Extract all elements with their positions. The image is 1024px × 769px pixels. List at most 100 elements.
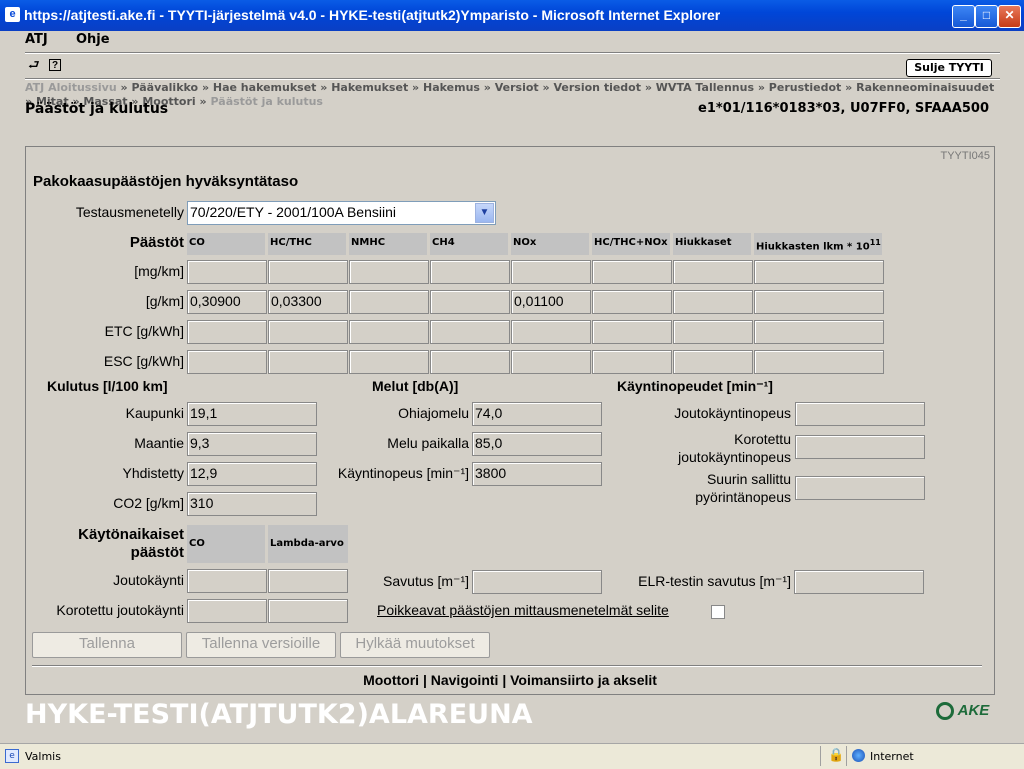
emissions-value-input[interactable] xyxy=(511,320,591,344)
zone-text: Internet xyxy=(870,750,914,763)
emissions-value-input[interactable]: 0,03300 xyxy=(268,290,348,314)
ake-logo-icon xyxy=(936,702,954,721)
vehicle-id-code: e1*01/116*0183*03, U07FF0, SFAAA500 xyxy=(698,101,989,116)
emissions-value-input[interactable] xyxy=(430,350,510,374)
idle-speed-input[interactable] xyxy=(795,402,925,426)
emissions-value-input[interactable] xyxy=(511,260,591,284)
save-button[interactable]: Tallenna xyxy=(32,632,182,658)
menu-atj[interactable]: ATJ xyxy=(25,32,48,47)
close-tyyti-button[interactable]: Sulje TYYTI xyxy=(906,59,992,77)
nav-voimansiirto-link[interactable]: Voimansiirto ja akselit xyxy=(510,672,657,688)
idle-label: Joutokäynti xyxy=(113,572,184,588)
menu-ohje[interactable]: Ohje xyxy=(76,32,110,47)
consumption-input[interactable]: 310 xyxy=(187,492,317,516)
emissions-section-title: Pakokaasupäästöjen hyväksyntätaso xyxy=(33,173,299,190)
emissions-value-input[interactable] xyxy=(187,350,267,374)
noise-input[interactable]: 74,0 xyxy=(472,402,602,426)
elr-smoke-label: ELR-testin savutus [m⁻¹] xyxy=(638,573,791,589)
emissions-value-input[interactable] xyxy=(673,290,753,314)
emissions-row-label: [mg/km] xyxy=(134,263,184,279)
idle-co-input[interactable] xyxy=(187,569,267,593)
emissions-value-input[interactable]: 0,30900 xyxy=(187,290,267,314)
nav-separator: | xyxy=(422,672,427,688)
chevron-down-icon[interactable]: ▼ xyxy=(475,203,494,223)
emissions-value-input[interactable] xyxy=(754,350,884,374)
page-content: ATJ Ohje ⮐ ? Sulje TYYTI ATJ Aloitussivu… xyxy=(4,31,1020,743)
col-header-nox: NOx xyxy=(511,233,589,255)
nav-separator: | xyxy=(502,672,507,688)
emissions-value-input[interactable] xyxy=(268,350,348,374)
raised-idle-speed-input[interactable] xyxy=(795,435,925,459)
nav-navigointi-link[interactable]: Navigointi xyxy=(431,672,499,688)
breadcrumb-item[interactable]: Version tiedot xyxy=(553,81,641,94)
emissions-value-input[interactable]: 0,01100 xyxy=(511,290,591,314)
window-title: https://atjtesti.ake.fi - TYYTI-järjeste… xyxy=(24,7,721,23)
emissions-row-label: ESC [g/kWh] xyxy=(103,353,184,369)
maximize-button[interactable]: □ xyxy=(975,5,998,28)
page-status-icon: e xyxy=(5,749,19,763)
save-versions-button[interactable]: Tallenna versioille xyxy=(186,632,336,658)
breadcrumb-item[interactable]: Perustiedot xyxy=(769,81,842,94)
help-icon[interactable]: ? xyxy=(49,59,61,71)
breadcrumb-item[interactable]: Hae hakemukset xyxy=(213,81,317,94)
emissions-value-input[interactable] xyxy=(349,350,429,374)
ake-logo-text: AKE xyxy=(957,702,990,719)
breadcrumb-item[interactable]: Hakemukset xyxy=(331,81,408,94)
emissions-value-input[interactable] xyxy=(754,320,884,344)
deviating-methods-link[interactable]: Poikkeavat päästöjen mittausmenetelmät s… xyxy=(377,602,669,618)
emissions-value-input[interactable] xyxy=(349,260,429,284)
emissions-value-input[interactable] xyxy=(349,290,429,314)
breadcrumb-separator: » xyxy=(120,81,128,94)
emissions-value-input[interactable] xyxy=(187,320,267,344)
emissions-value-input[interactable] xyxy=(592,260,672,284)
minimize-button[interactable]: _ xyxy=(952,5,975,28)
emissions-value-input[interactable] xyxy=(673,350,753,374)
consumption-label: Kaupunki xyxy=(125,405,184,421)
noise-input[interactable]: 85,0 xyxy=(472,432,602,456)
emissions-value-input[interactable] xyxy=(673,260,753,284)
test-method-label: Testausmenetelly xyxy=(75,204,184,220)
emissions-value-input[interactable] xyxy=(754,290,884,314)
window-title-bar: e https://atjtesti.ake.fi - TYYTI-järjes… xyxy=(0,0,1024,31)
emissions-value-input[interactable] xyxy=(511,350,591,374)
close-window-button[interactable]: ✕ xyxy=(998,5,1021,28)
test-method-select[interactable]: 70/220/ETY - 2001/100A Bensiini ▼ xyxy=(187,201,496,225)
page-title: Päästöt ja kulutus xyxy=(25,101,169,117)
breadcrumb-item[interactable]: Rakenneominaisuudet xyxy=(856,81,994,94)
form-panel: TYYTI045 Pakokaasupäästöjen hyväksyntäta… xyxy=(25,146,995,695)
back-icon[interactable]: ⮐ xyxy=(28,58,42,72)
emissions-value-input[interactable] xyxy=(592,350,672,374)
emissions-value-input[interactable] xyxy=(592,290,672,314)
emissions-value-input[interactable] xyxy=(187,260,267,284)
emissions-value-input[interactable] xyxy=(268,320,348,344)
elr-smoke-input[interactable] xyxy=(794,570,924,594)
idle-speed-label: Joutokäyntinopeus xyxy=(674,405,791,421)
breadcrumb-item[interactable]: Päävalikko xyxy=(131,81,198,94)
raised-idle-label: Korotettu joutokäynti xyxy=(56,602,184,618)
col-header-superscript: 11 xyxy=(869,238,881,247)
emissions-value-input[interactable] xyxy=(673,320,753,344)
emissions-value-input[interactable] xyxy=(754,260,884,284)
raised-idle-lambda-input[interactable] xyxy=(268,599,348,623)
deviating-methods-checkbox[interactable] xyxy=(711,605,725,619)
noise-input[interactable]: 3800 xyxy=(472,462,602,486)
emissions-value-input[interactable] xyxy=(430,290,510,314)
footer-divider xyxy=(32,665,982,667)
raised-idle-co-input[interactable] xyxy=(187,599,267,623)
emissions-value-input[interactable] xyxy=(592,320,672,344)
status-text: Valmis xyxy=(25,750,61,763)
emissions-value-input[interactable] xyxy=(349,320,429,344)
reject-changes-button[interactable]: Hylkää muutokset xyxy=(340,632,490,658)
max-speed-input[interactable] xyxy=(795,476,925,500)
emissions-value-input[interactable] xyxy=(430,260,510,284)
emissions-value-input[interactable] xyxy=(268,260,348,284)
breadcrumb-item[interactable]: Hakemus xyxy=(423,81,480,94)
footer-navigation: Moottori | Navigointi | Voimansiirto ja … xyxy=(26,672,994,688)
smoke-input[interactable] xyxy=(472,570,602,594)
breadcrumb-item[interactable]: WVTA Tallennus xyxy=(656,81,754,94)
emissions-value-input[interactable] xyxy=(430,320,510,344)
breadcrumb-item[interactable]: Versiot xyxy=(495,81,539,94)
nav-moottori-link[interactable]: Moottori xyxy=(363,672,419,688)
ie-page-icon: e xyxy=(5,7,20,22)
breadcrumb-item[interactable]: ATJ Aloitussivu xyxy=(25,81,117,94)
